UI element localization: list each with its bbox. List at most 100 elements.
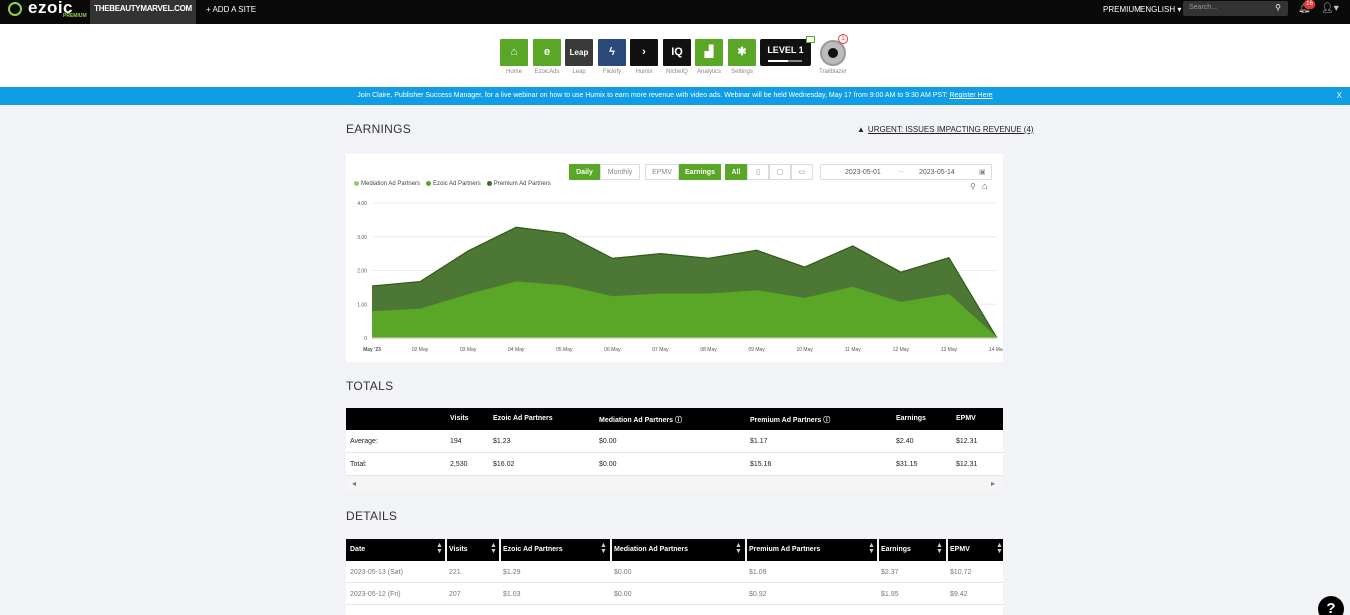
register-link[interactable]: Register Here — [950, 92, 993, 99]
details-table: Date ▲ ▼ Visits ▲ ▼ Ezoic Ad Partners ▲ ▼ Mediati… — [346, 539, 1003, 615]
search-placeholder: Search... — [1189, 4, 1218, 11]
horizontal-scrollbar[interactable]: ◂ ▸ — [346, 476, 1003, 492]
close-icon[interactable]: X — [1337, 87, 1342, 105]
table-cell: 207 — [449, 591, 461, 598]
ezoic-logo[interactable]: ezoic PREMIUM — [8, 0, 87, 24]
app-ezoicads-icon[interactable]: e — [533, 39, 561, 66]
app-flickify-icon[interactable]: ϟ — [598, 39, 626, 66]
table-cell: $0.92 — [749, 591, 767, 598]
y-tick-label: 4.00 — [357, 201, 367, 207]
sort-icon[interactable]: ▲ ▼ — [436, 542, 443, 555]
table-row[interactable]: 2023-05-12 (Fri) 207 $1.03 $0.00 $0.92 $1.95 $… — [346, 583, 1003, 605]
user-icon[interactable]: 👤︎▾ — [1321, 3, 1339, 14]
app-home-icon[interactable]: ⌂ — [500, 39, 528, 66]
earnings-title: EARNINGS — [346, 122, 412, 136]
table-cell: $12.31 — [956, 461, 978, 468]
table-cell: $1.03 — [503, 591, 521, 598]
table-cell: $0.00 — [599, 438, 617, 445]
details-column-header[interactable]: Date — [350, 546, 365, 553]
mail-icon[interactable] — [806, 36, 815, 43]
x-tick-label: 10 May — [796, 347, 813, 353]
table-row: Average: 194 $1.23 $0.00 $1.17 $2.40 $12.31 — [346, 430, 1003, 453]
table-cell: $0.00 — [614, 569, 632, 576]
x-tick-label: 14 May — [989, 347, 1003, 353]
scroll-left-icon[interactable]: ◂ — [352, 479, 356, 488]
sort-icon[interactable]: ▲ ▼ — [490, 542, 497, 555]
column-divider — [499, 539, 501, 561]
table-cell: $1.09 — [749, 569, 767, 576]
table-cell: $10.72 — [950, 569, 972, 576]
row-label: Total: — [350, 461, 367, 468]
app-analytics-icon[interactable]: ▟ — [695, 39, 723, 66]
x-tick-label: 05 May — [556, 347, 573, 353]
ezoic-logo-icon — [8, 2, 22, 16]
x-tick-label: 09 May — [748, 347, 765, 353]
column-divider — [877, 539, 879, 561]
language-select[interactable]: ENGLISH ▾ — [1140, 5, 1181, 14]
earnings-chart: 0 1.00 2.00 3.00 4.00 May '23 02 May 03 May 04 M… — [357, 201, 1003, 353]
trailblazer-count: 1 — [838, 34, 848, 44]
details-column-header[interactable]: EPMV — [950, 546, 970, 553]
column-label: EPMV — [956, 415, 976, 422]
app-bar: ⌂ Home e EzoicAds Leap Leap ϟ Flickify › Humix IQ N… — [0, 24, 1350, 87]
app-humix-icon[interactable]: › — [630, 39, 658, 66]
table-row: Total: 2,530 $16.02 $0.00 $15.16 $31.15 $12.31 — [346, 453, 1003, 476]
totals-column-header[interactable]: EPMV — [956, 415, 976, 422]
notification-badge: 16 — [1304, 0, 1315, 9]
details-column-header[interactable]: Earnings — [881, 546, 911, 553]
sort-icon[interactable]: ▲ ▼ — [996, 542, 1003, 555]
totals-title: TOTALS — [346, 379, 394, 393]
app-leap-icon[interactable]: Leap — [565, 39, 593, 66]
table-cell: $16.02 — [493, 461, 515, 468]
details-column-header[interactable]: Premium Ad Partners — [749, 546, 820, 553]
x-tick-label: 04 May — [508, 347, 525, 353]
totals-column-header[interactable]: Earnings — [896, 415, 926, 422]
row-label: Average: — [350, 438, 378, 445]
totals-table: Visits Ezoic Ad Partners Mediation Ad Part… — [346, 408, 1003, 492]
column-divider — [445, 539, 447, 561]
table-cell: $0.00 — [614, 591, 632, 598]
totals-column-header[interactable]: Ezoic Ad Partners — [493, 415, 553, 422]
sort-icon[interactable]: ▲ ▼ — [868, 542, 875, 555]
totals-column-header[interactable]: Premium Ad Partners ⓘ — [750, 415, 830, 425]
help-button[interactable]: ? — [1318, 596, 1344, 615]
column-label: Ezoic Ad Partners — [493, 415, 553, 422]
level-badge[interactable]: LEVEL 1 — [760, 39, 811, 66]
scroll-right-icon[interactable]: ▸ — [991, 479, 995, 488]
x-tick-label: 13 May — [941, 347, 958, 353]
site-selector[interactable]: THEBEAUTYMARVEL.COM — [90, 0, 196, 24]
app-nicheiq-icon[interactable]: IQ — [663, 39, 691, 66]
table-cell: 221 — [449, 569, 461, 576]
details-column-header[interactable]: Mediation Ad Partners — [614, 546, 688, 553]
language-label: ENGLISH — [1140, 5, 1176, 14]
x-tick-label: 07 May — [652, 347, 669, 353]
sort-icon[interactable]: ▲ ▼ — [600, 542, 607, 555]
totals-column-header[interactable]: Visits — [450, 415, 469, 422]
details-column-header[interactable]: Ezoic Ad Partners — [503, 546, 563, 553]
info-icon[interactable]: ⓘ — [673, 417, 682, 424]
info-icon[interactable]: ⓘ — [821, 417, 830, 424]
table-row[interactable]: 2023-05-13 (Sat) 221 $1.29 $0.00 $1.09 $2.37 $… — [346, 561, 1003, 583]
sort-icon[interactable]: ▲ ▼ — [936, 542, 943, 555]
column-label: Premium Ad Partners — [750, 417, 822, 424]
details-header: Date ▲ ▼ Visits ▲ ▼ Ezoic Ad Partners ▲ ▼ Mediati… — [346, 539, 1003, 561]
level-progress — [768, 60, 802, 62]
x-tick-label: 11 May — [845, 347, 862, 353]
table-cell: $9.42 — [950, 591, 968, 598]
x-tick-label: 03 May — [460, 347, 477, 353]
table-cell: $2.37 — [881, 569, 899, 576]
table-cell: $1.17 — [750, 438, 768, 445]
search-icon[interactable]: ⚲ — [1275, 3, 1281, 12]
details-column-header[interactable]: Visits — [449, 546, 468, 553]
sort-icon[interactable]: ▲ ▼ — [735, 542, 742, 555]
x-tick-label: May '23 — [363, 347, 381, 353]
app-settings-icon[interactable]: ✱ — [728, 39, 756, 66]
premium-link[interactable]: PREMIUM — [1103, 5, 1141, 14]
webinar-banner: Join Claire, Publisher Success Manager, … — [0, 87, 1350, 105]
add-site-link[interactable]: + ADD A SITE — [206, 5, 256, 14]
urgent-issues-link[interactable]: ▲ URGENT: ISSUES IMPACTING REVENUE (4) — [857, 125, 1034, 134]
totals-column-header[interactable]: Mediation Ad Partners ⓘ — [599, 415, 682, 425]
table-cell: $1.23 — [493, 438, 511, 445]
search-input[interactable]: Search... ⚲ — [1183, 1, 1288, 16]
earnings-chart-card: Daily Monthly EPMV Earnings All ▯ ▢ ▭ 20… — [346, 154, 1003, 362]
